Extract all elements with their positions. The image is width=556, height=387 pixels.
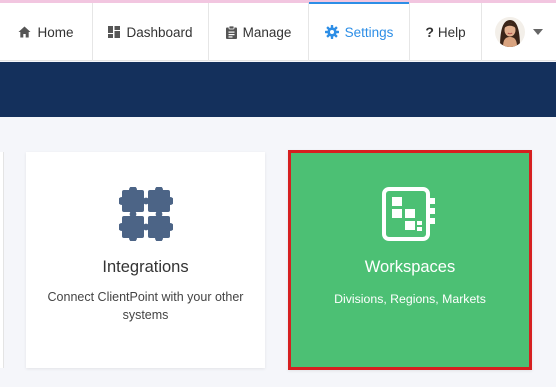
- nav-help[interactable]: ? Help: [409, 3, 481, 61]
- nav-manage-label: Manage: [242, 24, 292, 40]
- nav-dashboard[interactable]: Dashboard: [92, 3, 208, 61]
- integrations-card-title: Integrations: [102, 258, 189, 276]
- user-menu[interactable]: [481, 3, 556, 61]
- integrations-card[interactable]: Integrations Connect ClientPoint with yo…: [26, 152, 265, 368]
- nav-home-label: Home: [37, 24, 74, 40]
- workspaces-icon: [381, 186, 439, 247]
- workspaces-card[interactable]: Workspaces Divisions, Regions, Markets: [288, 150, 532, 370]
- home-icon: [18, 26, 31, 38]
- previous-card-edge[interactable]: [0, 152, 4, 368]
- top-navigation: Home Dashboard Manage Settings ? Help: [0, 2, 556, 61]
- nav-dashboard-label: Dashboard: [126, 24, 193, 40]
- chevron-down-icon: [533, 29, 543, 35]
- puzzle-icon: [117, 186, 174, 246]
- gear-icon: [324, 25, 339, 39]
- integrations-card-description: Connect ClientPoint with your other syst…: [47, 290, 244, 322]
- clipboard-icon: [225, 25, 237, 39]
- nav-settings[interactable]: Settings: [308, 2, 409, 61]
- nav-settings-label: Settings: [344, 24, 394, 40]
- page-banner: [0, 62, 556, 117]
- nav-manage[interactable]: Manage: [208, 3, 308, 61]
- dashboard-icon: [108, 26, 121, 38]
- workspaces-card-title: Workspaces: [364, 258, 456, 276]
- avatar: [495, 17, 525, 47]
- workspaces-card-description: Divisions, Regions, Markets: [334, 292, 486, 306]
- nav-home[interactable]: Home: [0, 3, 92, 61]
- nav-help-label: Help: [437, 24, 466, 40]
- question-icon: ?: [425, 24, 434, 40]
